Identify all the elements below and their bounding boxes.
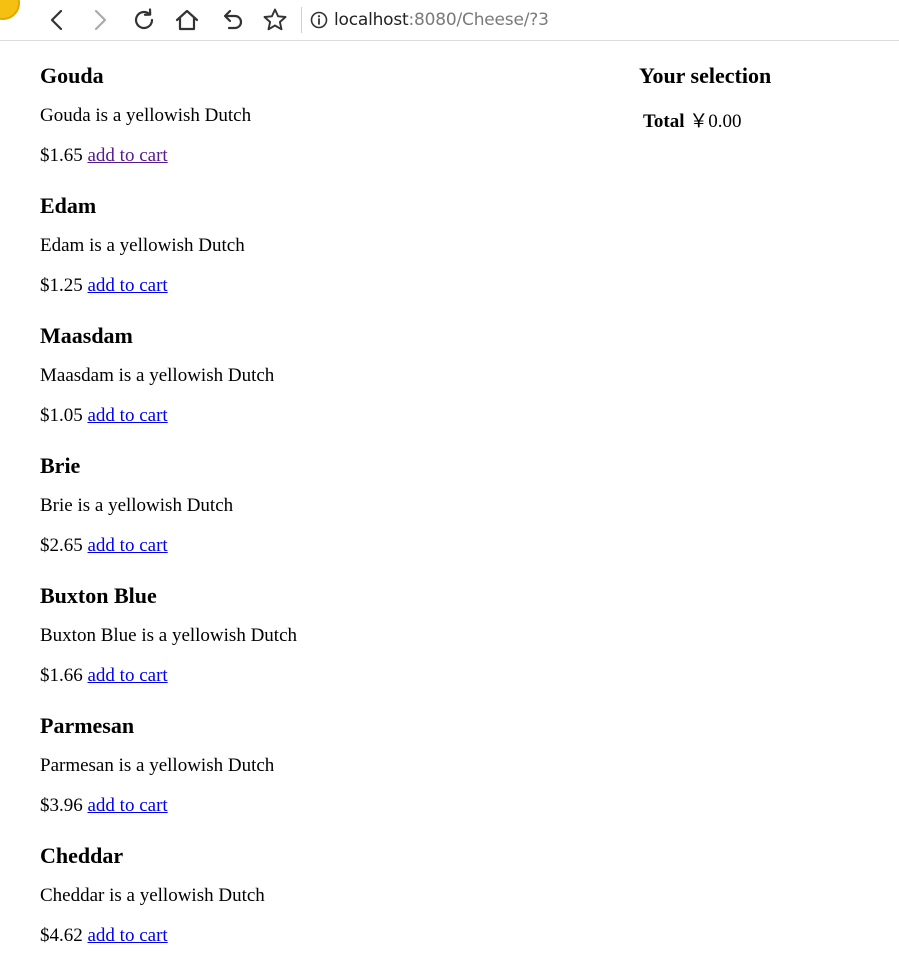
product-description: Cheddar is a yellowish Dutch (40, 885, 265, 906)
product-price: $4.62 (40, 925, 83, 946)
product-name: Cheddar (40, 843, 124, 868)
chevron-left-icon (50, 9, 63, 31)
product-price: $1.65 (40, 145, 83, 166)
info-icon[interactable] (310, 11, 328, 29)
home-button[interactable] (173, 6, 201, 34)
product-price: $3.96 (40, 795, 83, 816)
product-price-line: $4.62 add to cart (40, 916, 580, 956)
add-to-cart-link[interactable]: add to cart (88, 405, 168, 426)
product-item: Buxton Blue Buxton Blue is a yellowish D… (40, 570, 580, 700)
product-name: Gouda (40, 63, 104, 88)
product-name: Parmesan (40, 713, 135, 738)
product-price-line: $3.96 add to cart (40, 786, 580, 826)
product-item: Maasdam Maasdam is a yellowish Dutch $1.… (40, 310, 580, 440)
product-description: Edam is a yellowish Dutch (40, 235, 245, 256)
product-price: $2.65 (40, 535, 83, 556)
product-price-line: $1.66 add to cart (40, 656, 580, 696)
product-item: Edam Edam is a yellowish Dutch $1.25 add… (40, 180, 580, 310)
reload-icon (134, 8, 154, 30)
undo-close-tab-button[interactable] (219, 6, 247, 34)
tab-favicon[interactable] (0, 0, 20, 20)
add-to-cart-link[interactable]: add to cart (88, 925, 168, 946)
product-description: Maasdam is a yellowish Dutch (40, 365, 275, 386)
product-name: Brie (40, 453, 81, 478)
product-description: Buxton Blue is a yellowish Dutch (40, 625, 298, 646)
bookmark-button[interactable] (261, 6, 289, 34)
browser-toolbar: localhost:8080/Cheese/?3 (0, 0, 899, 41)
add-to-cart-link[interactable]: add to cart (88, 535, 168, 556)
product-price-line: $2.65 add to cart (40, 526, 580, 566)
add-to-cart-link[interactable]: add to cart (88, 665, 168, 686)
product-name: Buxton Blue (40, 583, 157, 608)
total-line: Total ￥0.00 (643, 110, 879, 134)
chevron-right-icon (94, 9, 107, 31)
total-label: Total (643, 111, 685, 132)
home-icon (175, 9, 199, 31)
product-description: Gouda is a yellowish Dutch (40, 105, 252, 126)
back-button[interactable] (43, 6, 71, 34)
forward-button[interactable] (86, 6, 114, 34)
product-item: Parmesan Parmesan is a yellowish Dutch $… (40, 700, 580, 830)
star-icon (263, 8, 287, 31)
reload-button[interactable] (130, 6, 158, 34)
toolbar-divider (301, 7, 302, 33)
product-price-line: $1.65 add to cart (40, 136, 580, 176)
add-to-cart-link[interactable]: add to cart (88, 145, 168, 166)
address-bar[interactable]: localhost:8080/Cheese/?3 (310, 6, 890, 34)
address-host: localhost (334, 10, 409, 30)
total-value: ￥0.00 (689, 111, 742, 132)
product-name: Edam (40, 193, 97, 218)
product-description: Parmesan is a yellowish Dutch (40, 755, 275, 776)
selection-title: Your selection (639, 63, 772, 88)
selection-panel: Your selection Total ￥0.00 (639, 62, 879, 134)
product-item: Gouda Gouda is a yellowish Dutch $1.65 a… (40, 50, 580, 180)
address-path: :8080/Cheese/?3 (408, 10, 549, 30)
product-price: $1.66 (40, 665, 83, 686)
product-name: Maasdam (40, 323, 133, 348)
product-list: Gouda Gouda is a yellowish Dutch $1.65 a… (40, 50, 580, 960)
add-to-cart-link[interactable]: add to cart (88, 795, 168, 816)
product-item: Brie Brie is a yellowish Dutch $2.65 add… (40, 440, 580, 570)
product-price: $1.05 (40, 405, 83, 426)
undo-icon (223, 9, 243, 30)
product-description: Brie is a yellowish Dutch (40, 495, 234, 516)
product-price: $1.25 (40, 275, 83, 296)
product-item: Cheddar Cheddar is a yellowish Dutch $4.… (40, 830, 580, 960)
product-price-line: $1.25 add to cart (40, 266, 580, 306)
add-to-cart-link[interactable]: add to cart (88, 275, 168, 296)
product-price-line: $1.05 add to cart (40, 396, 580, 436)
